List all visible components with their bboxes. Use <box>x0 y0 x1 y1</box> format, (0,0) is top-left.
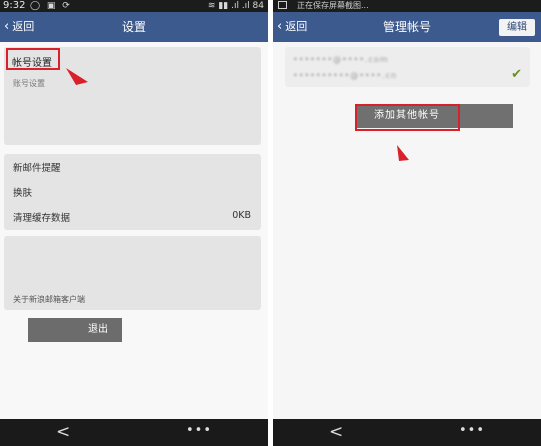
about-card: 关于新浪邮箱客户端 <box>4 236 261 310</box>
manage-accounts-screen: 正在保存屏幕截图... ‹ 返回 管理帐号 编辑 •••••••@••••.co… <box>273 0 541 446</box>
screenshot-notification: 正在保存屏幕截图... <box>297 1 369 10</box>
nav-menu-icon[interactable]: ••• <box>186 421 212 441</box>
screenshot-icon <box>278 1 287 9</box>
highlight-box-account-settings <box>6 48 60 70</box>
nav-back-icon[interactable]: < <box>56 422 70 442</box>
account-email-2: ••••••••••@••••.cn <box>293 71 398 80</box>
check-icon: ✔ <box>511 67 522 82</box>
new-mail-alert-label: 新邮件提醒 <box>13 163 61 174</box>
status-time: 9:32 <box>3 0 26 11</box>
account-item-2[interactable]: ••••••••••@••••.cn <box>293 71 397 80</box>
account-item-1[interactable]: •••••••@••••.com <box>293 55 389 64</box>
list-item-skin[interactable]: 换肤 <box>13 185 251 199</box>
list-item-clear-cache[interactable]: 清理缓存数据 0KB <box>13 210 251 224</box>
skin-label: 换肤 <box>13 188 33 199</box>
nav-menu-icon[interactable]: ••• <box>459 421 485 441</box>
account-list: •••••••@••••.com ••••••••••@••••.cn ✔ <box>285 47 530 87</box>
title-bar: ‹ 返回 管理帐号 编辑 <box>273 12 541 42</box>
about-client-item[interactable]: 关于新浪邮箱客户端 <box>13 294 251 305</box>
nav-back-icon[interactable]: < <box>329 422 343 442</box>
status-bar: 正在保存屏幕截图... <box>273 0 541 12</box>
signal-battery-info: ≋ ▮▮ .ıl .ıl 84 <box>207 1 264 11</box>
logout-button[interactable]: 退出 <box>28 318 122 342</box>
account-settings-sublabel: 账号设置 <box>13 79 45 88</box>
screenshot: 9:32 ◯ ▣ ⟳ ≋ ▮▮ .ıl .ıl 84 ‹ 返回 设置 账号设置 … <box>0 0 541 446</box>
navigation-bar: < ••• <box>0 419 268 446</box>
highlight-box-add-account <box>355 104 460 131</box>
navigation-bar: < ••• <box>273 419 541 446</box>
cache-size-value: 0KB <box>232 210 251 221</box>
page-title: 设置 <box>121 20 146 34</box>
settings-screen: 9:32 ◯ ▣ ⟳ ≋ ▮▮ .ıl .ıl 84 ‹ 返回 设置 账号设置 … <box>0 0 268 446</box>
red-arrow-pointer <box>66 68 88 85</box>
list-item-new-mail-alert[interactable]: 新邮件提醒 <box>13 160 251 174</box>
edit-button[interactable]: 编辑 <box>499 19 535 36</box>
status-bar: 9:32 ◯ ▣ ⟳ ≋ ▮▮ .ıl .ıl 84 <box>0 0 268 12</box>
notification-icons: ◯ ▣ ⟳ <box>30 1 72 11</box>
title-bar: ‹ 返回 设置 <box>0 12 268 42</box>
account-email-1: •••••••@••••.com <box>293 55 389 64</box>
clear-cache-label: 清理缓存数据 <box>13 213 71 224</box>
red-arrow-pointer <box>397 145 409 161</box>
settings-list-card: 新邮件提醒 换肤 清理缓存数据 0KB <box>4 154 261 230</box>
